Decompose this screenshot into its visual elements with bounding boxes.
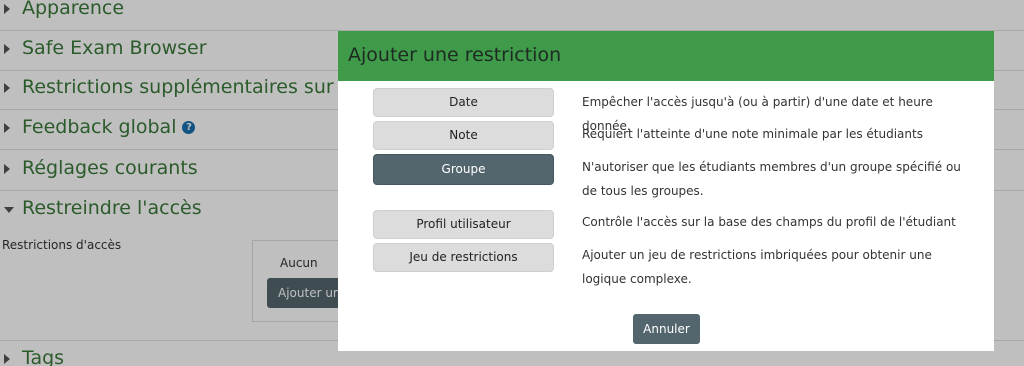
jeu-de-restrictions-description: Ajouter un jeu de restrictions imbriquée… — [582, 248, 932, 286]
note-button[interactable]: Note — [373, 121, 554, 150]
date-button[interactable]: Date — [373, 88, 554, 117]
profil-utilisateur-description: Contrôle l'accès sur la base des champs … — [582, 215, 956, 229]
jeu-de-restrictions-button[interactable]: Jeu de restrictions — [373, 243, 554, 272]
cancel-button[interactable]: Annuler — [633, 314, 700, 344]
add-restriction-dialog: Ajouter une restriction Date Empêcher l'… — [338, 31, 994, 351]
groupe-description: N'autoriser que les étudiants membres d'… — [582, 160, 961, 198]
dialog-title: Ajouter une restriction — [348, 44, 562, 66]
profil-utilisateur-button[interactable]: Profil utilisateur — [373, 210, 554, 239]
groupe-button[interactable]: Groupe — [373, 154, 554, 185]
note-description: Requiert l'atteinte d'une note minimale … — [582, 127, 923, 141]
dialog-header: Ajouter une restriction — [338, 31, 994, 81]
